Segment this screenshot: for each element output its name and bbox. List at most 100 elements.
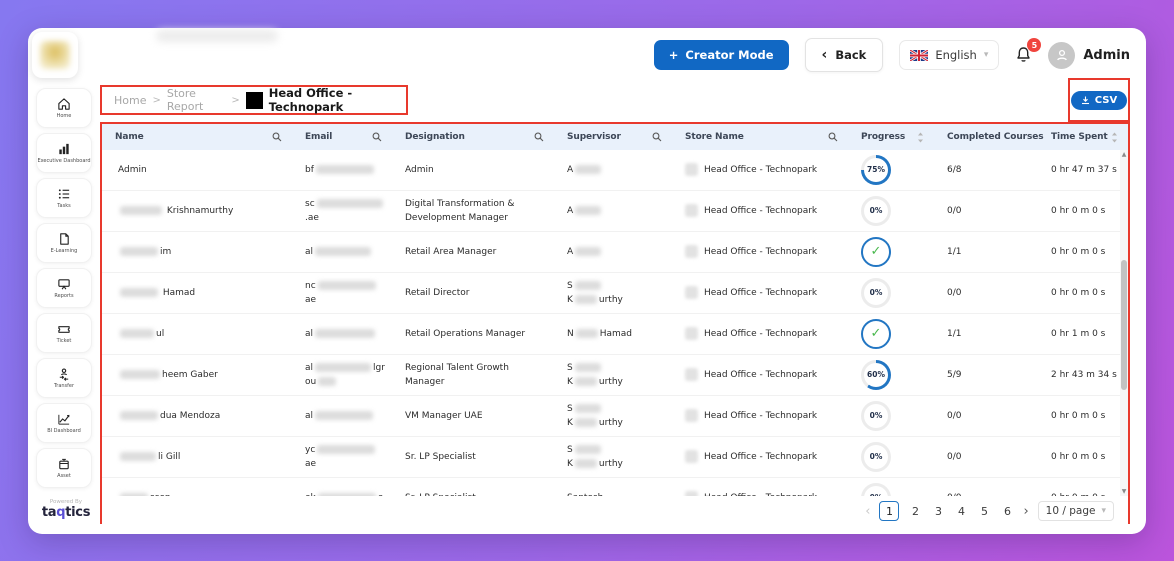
pagination-page-2[interactable]: 2 bbox=[908, 505, 922, 518]
progress-cell: 0% bbox=[848, 396, 934, 436]
store-name-text: Head Office - Technopark bbox=[704, 327, 817, 341]
scrollbar-thumb[interactable] bbox=[1121, 260, 1127, 390]
chevron-down-icon: ▾ bbox=[1101, 506, 1106, 516]
breadcrumb-separator: > bbox=[152, 95, 160, 106]
table-row: ssenekeSr. LP SpecialistSantoshHead Offi… bbox=[102, 478, 1128, 496]
store-name-cell: Head Office - Technopark bbox=[672, 404, 848, 428]
name-cell: ssen bbox=[102, 486, 292, 496]
progress-cell: ✓ bbox=[848, 314, 934, 354]
pagination-prev-icon[interactable]: ‹ bbox=[865, 505, 870, 518]
blurred-segment bbox=[120, 370, 160, 379]
csv-label: CSV bbox=[1095, 95, 1117, 106]
progress-ring: 75% bbox=[861, 155, 891, 185]
creator-mode-button[interactable]: + Creator Mode bbox=[654, 40, 789, 70]
progress-cell: 0% bbox=[848, 191, 934, 231]
back-button[interactable]: ‹ Back bbox=[805, 38, 884, 72]
supervisor-cell: SKurthy bbox=[554, 274, 672, 313]
store-name-text: Head Office - Technopark bbox=[704, 286, 817, 300]
csv-export-area: CSV bbox=[1068, 78, 1130, 122]
progress-check-icon: ✓ bbox=[861, 319, 891, 349]
redacted-text-line: A bbox=[567, 247, 603, 257]
progress-value: 0% bbox=[864, 486, 888, 496]
company-logo-image bbox=[40, 41, 70, 69]
sidebar-item-tasks[interactable]: Tasks bbox=[36, 178, 92, 218]
language-selector[interactable]: English ▾ bbox=[899, 40, 999, 70]
time-spent-cell: 0 hr 0 m 0 s bbox=[1038, 445, 1128, 469]
download-icon bbox=[1081, 96, 1090, 105]
sidebar-item-label: E-Learning bbox=[51, 248, 78, 254]
store-name-text: Head Office - Technopark bbox=[704, 491, 817, 496]
scroll-down-icon[interactable]: ▼ bbox=[1120, 488, 1128, 495]
search-icon[interactable] bbox=[534, 132, 544, 142]
store-name-cell: Head Office - Technopark bbox=[672, 281, 848, 305]
blurred-segment bbox=[120, 206, 162, 215]
redacted-text-line: al bbox=[305, 329, 377, 339]
table-row: Krishnamurthysc.aeDigital Transformation… bbox=[102, 191, 1128, 232]
pagination-page-6[interactable]: 6 bbox=[1000, 505, 1014, 518]
sidebar-item-asset[interactable]: Asset bbox=[36, 448, 92, 488]
pagination-page-4[interactable]: 4 bbox=[954, 505, 968, 518]
sort-icon[interactable] bbox=[917, 132, 924, 143]
redacted-title-blur bbox=[156, 30, 278, 42]
designation-cell: VM Manager UAE bbox=[392, 404, 554, 428]
progress-ring: 0% bbox=[861, 278, 891, 308]
redacted-text-line: Kurthy bbox=[567, 295, 623, 305]
sidebar-item-home[interactable]: Home bbox=[36, 88, 92, 128]
sidebar-item-executive-dashboard[interactable]: Executive Dashboard bbox=[36, 133, 92, 173]
breadcrumb-home[interactable]: Home bbox=[114, 94, 146, 107]
store-name-text: Head Office - Technopark bbox=[704, 368, 817, 382]
sidebar-item-reports[interactable]: Reports bbox=[36, 268, 92, 308]
transfer-icon bbox=[57, 367, 71, 381]
user-menu[interactable]: Admin bbox=[1048, 42, 1130, 69]
vertical-scrollbar[interactable]: ▲ ▼ bbox=[1120, 150, 1128, 496]
progress-cell: 0% bbox=[848, 437, 934, 477]
top-toolbar: + Creator Mode ‹ Back English ▾ 5 bbox=[654, 38, 1130, 72]
chevron-down-icon: ▾ bbox=[984, 50, 989, 60]
store-name-cell: Head Office - Technopark bbox=[672, 158, 848, 182]
search-icon[interactable] bbox=[272, 132, 282, 142]
pagination: ‹ 123456 › 10 / page ▾ bbox=[102, 496, 1128, 526]
company-logo[interactable] bbox=[32, 32, 78, 78]
language-label: English bbox=[935, 48, 977, 62]
sidebar-item-label: Tasks bbox=[57, 203, 70, 209]
store-logo-blur bbox=[685, 245, 698, 258]
page-size-select[interactable]: 10 / page ▾ bbox=[1038, 501, 1114, 521]
name-cell: li Gill bbox=[102, 445, 292, 469]
table-row: imalRetail Area ManagerAHead Office - Te… bbox=[102, 232, 1128, 273]
pagination-next-icon[interactable]: › bbox=[1023, 505, 1028, 518]
search-icon[interactable] bbox=[372, 132, 382, 142]
time-spent-cell: 0 hr 0 m 0 s bbox=[1038, 281, 1128, 305]
progress-cell: 75% bbox=[848, 150, 934, 190]
time-spent-cell: 0 hr 0 m 0 s bbox=[1038, 404, 1128, 428]
table-header: NameEmailDesignationSupervisorStore Name… bbox=[102, 124, 1128, 150]
sidebar-item-ticket[interactable]: Ticket bbox=[36, 313, 92, 353]
store-name-cell: Head Office - Technopark bbox=[672, 240, 848, 264]
table-row: li GillycaeSr. LP SpecialistSKurthyHead … bbox=[102, 437, 1128, 478]
redacted-text-line: S bbox=[567, 363, 603, 373]
sidebar-item-bi-dashboard[interactable]: BI Dashboard bbox=[36, 403, 92, 443]
column-label: Time Spent bbox=[1051, 132, 1108, 142]
search-icon[interactable] bbox=[652, 132, 662, 142]
pagination-page-1[interactable]: 1 bbox=[879, 501, 899, 521]
csv-download-button[interactable]: CSV bbox=[1071, 91, 1127, 110]
sidebar-item-label: Reports bbox=[54, 293, 73, 299]
breadcrumb-store-report[interactable]: Store Report bbox=[167, 87, 226, 113]
time-spent-cell: 0 hr 0 m 0 s bbox=[1038, 240, 1128, 264]
scroll-up-icon[interactable]: ▲ bbox=[1120, 151, 1128, 158]
completed-courses-cell: 0/0 bbox=[934, 404, 1038, 428]
column-header-store-name: Store Name bbox=[672, 124, 848, 150]
sidebar-item-transfer[interactable]: Transfer bbox=[36, 358, 92, 398]
sort-icon[interactable] bbox=[1111, 132, 1118, 143]
pagination-page-5[interactable]: 5 bbox=[977, 505, 991, 518]
table-row: heem GaberallgrouRegional Talent Growth … bbox=[102, 355, 1128, 396]
redacted-text-line: sc.ae bbox=[305, 199, 385, 223]
column-label: Name bbox=[115, 132, 144, 142]
store-name-text: Head Office - Technopark bbox=[704, 450, 817, 464]
sidebar-item-elearning[interactable]: E-Learning bbox=[36, 223, 92, 263]
notifications-button[interactable]: 5 bbox=[1015, 46, 1032, 64]
designation-cell: Digital Transformation & Development Man… bbox=[392, 192, 554, 231]
search-icon[interactable] bbox=[828, 132, 838, 142]
progress-ring: 60% bbox=[861, 360, 891, 390]
redacted-text-line: al bbox=[305, 247, 373, 257]
pagination-page-3[interactable]: 3 bbox=[931, 505, 945, 518]
